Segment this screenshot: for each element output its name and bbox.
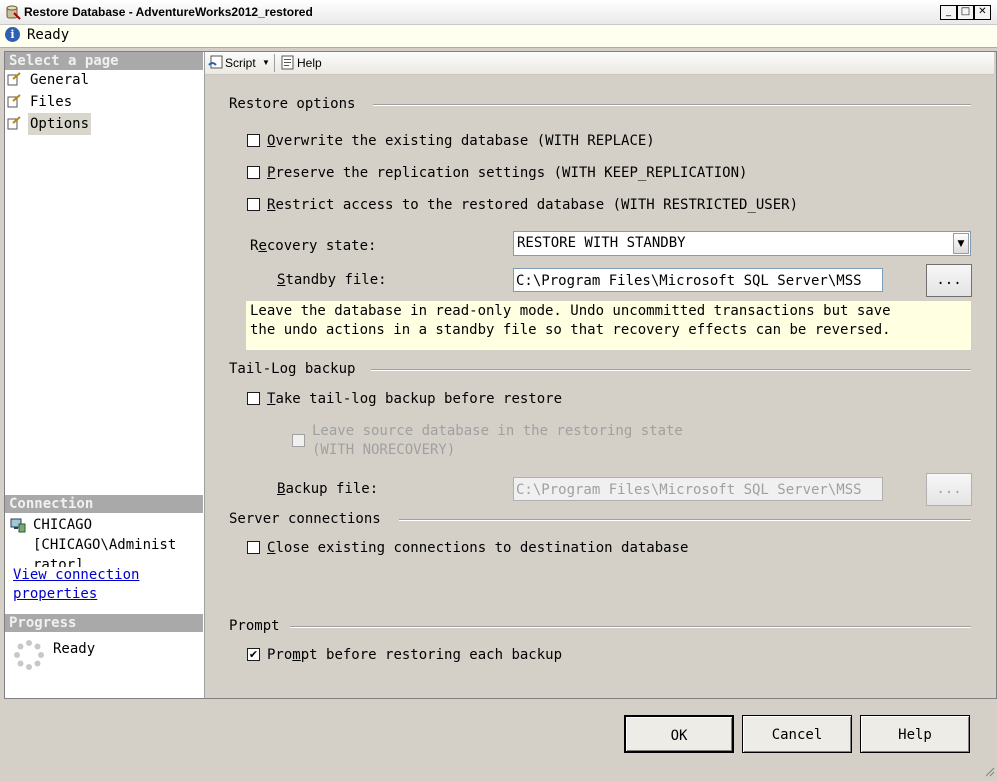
view-connection-properties-link[interactable]: View connection bbox=[13, 567, 140, 583]
backup-file-label: Backup file: bbox=[277, 481, 379, 497]
restrict-access-label[interactable]: Restrict access to the restored database… bbox=[267, 197, 798, 213]
page-icon bbox=[7, 72, 21, 86]
progress-spinner-icon bbox=[14, 640, 44, 674]
page-icon bbox=[7, 116, 21, 130]
backup-file-input[interactable]: C:\Program Files\Microsoft SQL Server\MS… bbox=[513, 477, 883, 501]
script-button[interactable]: Script bbox=[225, 54, 256, 72]
ok-button[interactable]: OK bbox=[624, 715, 734, 753]
backup-browse-button[interactable]: ... bbox=[926, 473, 972, 506]
tail-log-label[interactable]: Take tail-log backup before restore bbox=[267, 391, 562, 407]
preserve-replication-checkbox[interactable] bbox=[247, 166, 260, 179]
script-icon bbox=[208, 55, 224, 74]
connection-header: Connection bbox=[5, 495, 203, 513]
preserve-replication-label[interactable]: Preserve the replication settings (WITH … bbox=[267, 165, 747, 181]
restore-options-header: Restore options bbox=[229, 96, 356, 112]
status-bar bbox=[0, 25, 997, 48]
status-text: Ready bbox=[27, 27, 70, 43]
norecovery-label: Leave source database in the restoring s… bbox=[312, 423, 683, 439]
close-connections-label[interactable]: Close existing connections to destinatio… bbox=[267, 540, 688, 556]
recovery-state-value: RESTORE WITH STANDBY bbox=[517, 235, 686, 251]
toolbar bbox=[205, 52, 994, 75]
database-restore-icon bbox=[5, 4, 21, 20]
page-icon bbox=[7, 94, 21, 108]
recovery-description: Leave the database in read-only mode. Un… bbox=[246, 301, 971, 350]
description-line-2: the undo actions in a standby file so th… bbox=[250, 322, 891, 338]
recovery-state-label: Recovery state: bbox=[250, 238, 377, 254]
divider bbox=[290, 626, 971, 628]
prompt-label[interactable]: Prompt before restoring each backup bbox=[267, 647, 562, 663]
connection-server: CHICAGO bbox=[33, 517, 93, 533]
tail-log-checkbox[interactable] bbox=[247, 392, 260, 405]
server-connections-header: Server connections bbox=[229, 511, 381, 527]
restrict-access-checkbox[interactable] bbox=[247, 198, 260, 211]
cancel-button[interactable]: Cancel bbox=[742, 715, 852, 753]
view-connection-properties-link-2[interactable]: properties bbox=[13, 586, 97, 602]
connection-user: [CHICAGO\Administ bbox=[33, 537, 177, 553]
overwrite-checkbox[interactable] bbox=[247, 134, 260, 147]
select-page-header: Select a page bbox=[5, 52, 203, 70]
progress-header: Progress bbox=[5, 614, 203, 632]
server-icon bbox=[10, 517, 26, 537]
standby-file-input[interactable]: C:\Program Files\Microsoft SQL Server\MS… bbox=[513, 268, 883, 292]
help-toolbar-button[interactable]: Help bbox=[297, 54, 322, 72]
connection-user-cont: rator] bbox=[33, 557, 84, 567]
maximize-button[interactable]: □ bbox=[957, 5, 974, 20]
divider bbox=[373, 104, 971, 106]
overwrite-label[interactable]: Overwrite the existing database (WITH RE… bbox=[267, 133, 655, 149]
tail-log-header: Tail-Log backup bbox=[229, 361, 356, 377]
page-general[interactable]: General bbox=[28, 69, 91, 91]
divider bbox=[399, 519, 971, 521]
help-button[interactable]: Help bbox=[860, 715, 970, 753]
minimize-button[interactable]: _ bbox=[940, 5, 957, 20]
page-files[interactable]: Files bbox=[28, 91, 74, 113]
page-options[interactable]: Options bbox=[28, 113, 92, 135]
chevron-down-icon[interactable]: ▼ bbox=[953, 233, 969, 254]
close-button[interactable]: ✕ bbox=[974, 5, 991, 20]
help-icon bbox=[281, 55, 295, 74]
close-connections-checkbox[interactable] bbox=[247, 541, 260, 554]
divider bbox=[371, 369, 971, 371]
script-dropdown-icon[interactable]: ▼ bbox=[262, 54, 270, 72]
norecovery-label-2: (WITH NORECOVERY) bbox=[312, 442, 456, 458]
toolbar-separator bbox=[274, 54, 275, 72]
prompt-checkbox[interactable]: ✔ bbox=[247, 648, 260, 661]
progress-text: Ready bbox=[53, 641, 96, 657]
standby-file-label: Standby file: bbox=[277, 272, 387, 288]
description-line-1: Leave the database in read-only mode. Un… bbox=[250, 303, 891, 319]
standby-browse-button[interactable]: ... bbox=[926, 264, 972, 297]
info-icon: i bbox=[5, 27, 20, 42]
recovery-state-dropdown[interactable]: RESTORE WITH STANDBY ▼ bbox=[513, 231, 971, 256]
norecovery-checkbox[interactable] bbox=[292, 434, 305, 447]
window-title: Restore Database - AdventureWorks2012_re… bbox=[24, 5, 313, 19]
prompt-header: Prompt bbox=[229, 618, 280, 634]
